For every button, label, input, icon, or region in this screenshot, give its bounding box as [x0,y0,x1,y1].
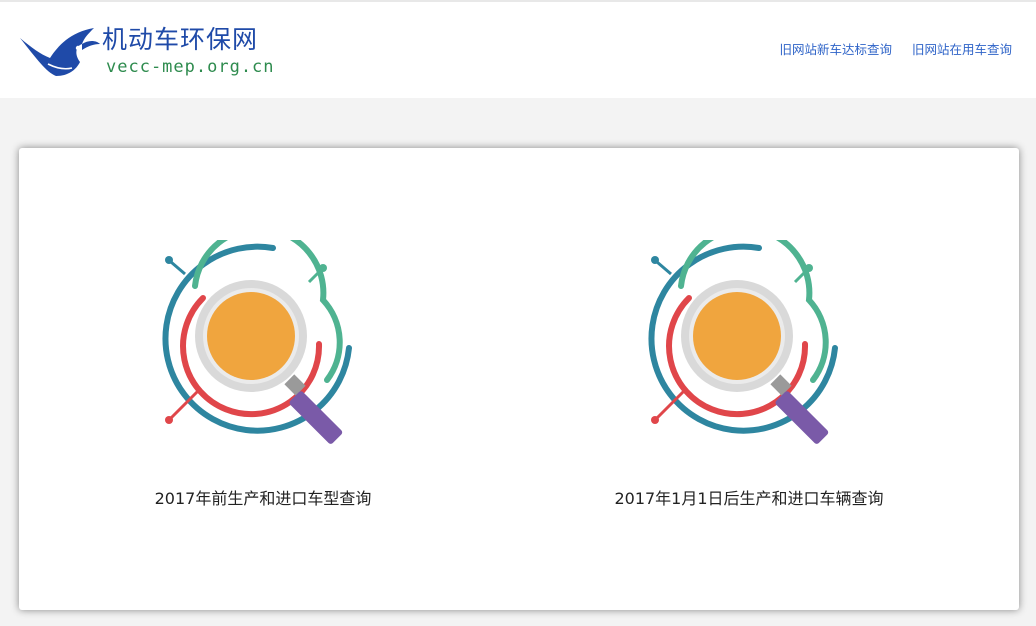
nav-link-old-new-car-query[interactable]: 旧网站新车达标查询 [779,42,892,57]
logo-domain: vecc-mep.org.cn [106,57,275,77]
nav-link-old-in-use-car-query[interactable]: 旧网站在用车查询 [912,42,1012,57]
query-tile-post-2017[interactable]: 2017年1月1日后生产和进口车辆查询 [579,240,939,520]
site-header: 机动车环保网 vecc-mep.org.cn 旧网站新车达标查询 旧网站在用车查… [0,0,1036,98]
query-tile-pre-2017[interactable]: 2017年前生产和进口车型查询 [93,240,453,520]
header-nav: 旧网站新车达标查询 旧网站在用车查询 [763,42,1012,58]
query-card: 2017年前生产和进口车型查询 2017年1月1日后生产和进口车辆查询 [19,148,1019,610]
bird-icon [20,28,100,76]
magnifier-search-icon [648,240,838,444]
site-logo[interactable]: 机动车环保网 vecc-mep.org.cn [18,24,278,80]
tile-label-pre-2017[interactable]: 2017年前生产和进口车型查询 [93,488,433,510]
magnifier-search-icon [162,240,352,444]
tile-label-post-2017[interactable]: 2017年1月1日后生产和进口车辆查询 [579,488,919,510]
logo-title-cn: 机动车环保网 [102,25,259,54]
